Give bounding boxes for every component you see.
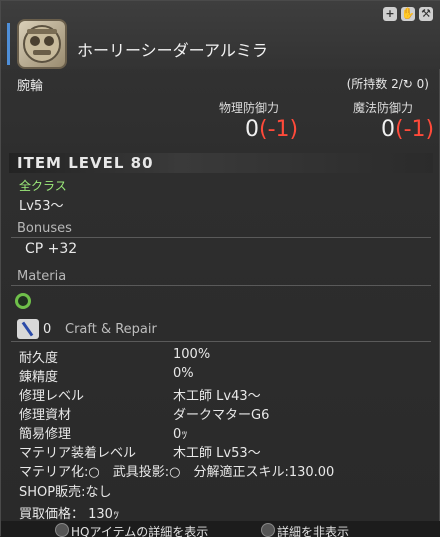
sell-price: 買取価格： 130ｯ [19, 507, 120, 522]
repair-count: 0 [43, 322, 52, 337]
divider [11, 341, 431, 342]
bonuses-heading: Bonuses [17, 221, 72, 236]
stat-row: 耐久度 100% [19, 347, 211, 366]
divider [11, 285, 431, 286]
r2-button-icon [261, 523, 275, 537]
accent-bar [7, 23, 10, 65]
physical-defense-label: 物理防御力 [219, 101, 280, 115]
hide-details-button[interactable]: 詳細を非表示 [277, 523, 349, 537]
stat-row: 修理レベル 木工師 Lv43～ [19, 389, 261, 404]
equip-level: Lv53～ [19, 199, 64, 214]
show-hq-details-button[interactable]: HQアイテムの詳細を表示 [71, 523, 208, 537]
bottom-bar: HQアイテムの詳細を表示 詳細を非表示 [1, 521, 440, 537]
shop-line: SHOP販売:なし [19, 485, 112, 500]
item-category: 腕輪 [17, 79, 44, 94]
stat-row: 修理資材 ダークマターG6 [19, 408, 270, 423]
stat-row: 簡易修理 0ｯ [19, 427, 188, 442]
item-icon [17, 19, 67, 69]
stat-row: マテリア装着レベル 木工師 Lv53～ [19, 446, 261, 461]
materia-slot[interactable] [15, 293, 31, 309]
divider [11, 237, 431, 238]
magic-defense-label: 魔法防御力 [353, 101, 414, 115]
header-icons: + ✋ ⚒ [383, 7, 433, 21]
physical-defense-value: 0(-1) [245, 117, 299, 142]
materia-heading: Materia [17, 269, 67, 284]
tool-icon[interactable]: ⚒ [419, 7, 433, 21]
l2-button-icon [55, 523, 69, 537]
magic-defense-value: 0(-1) [381, 117, 435, 142]
repair-heading: Craft & Repair [65, 322, 157, 337]
item-level: ITEM LEVEL 80 [9, 153, 433, 173]
stat-row: 錬精度 0% [19, 366, 194, 385]
flags-line: マテリア化:○ 武具投影:○ 分解適正スキル:130.00 [19, 465, 335, 480]
class-restriction: 全クラス [19, 179, 67, 193]
repair-icon [17, 319, 39, 339]
item-tooltip: ホーリーシーダーアルミラ + ✋ ⚒ 腕輪 (所持数 2/↻ 0) 物理防御力 … [0, 0, 440, 537]
owned-count: (所持数 2/↻ 0) [346, 77, 429, 91]
add-icon[interactable]: + [383, 7, 397, 21]
hand-icon[interactable]: ✋ [401, 7, 415, 21]
hq-icon: ↻ [402, 77, 413, 91]
item-name: ホーリーシーダーアルミラ [77, 41, 268, 60]
bonus-cp: CP +32 [25, 241, 78, 257]
